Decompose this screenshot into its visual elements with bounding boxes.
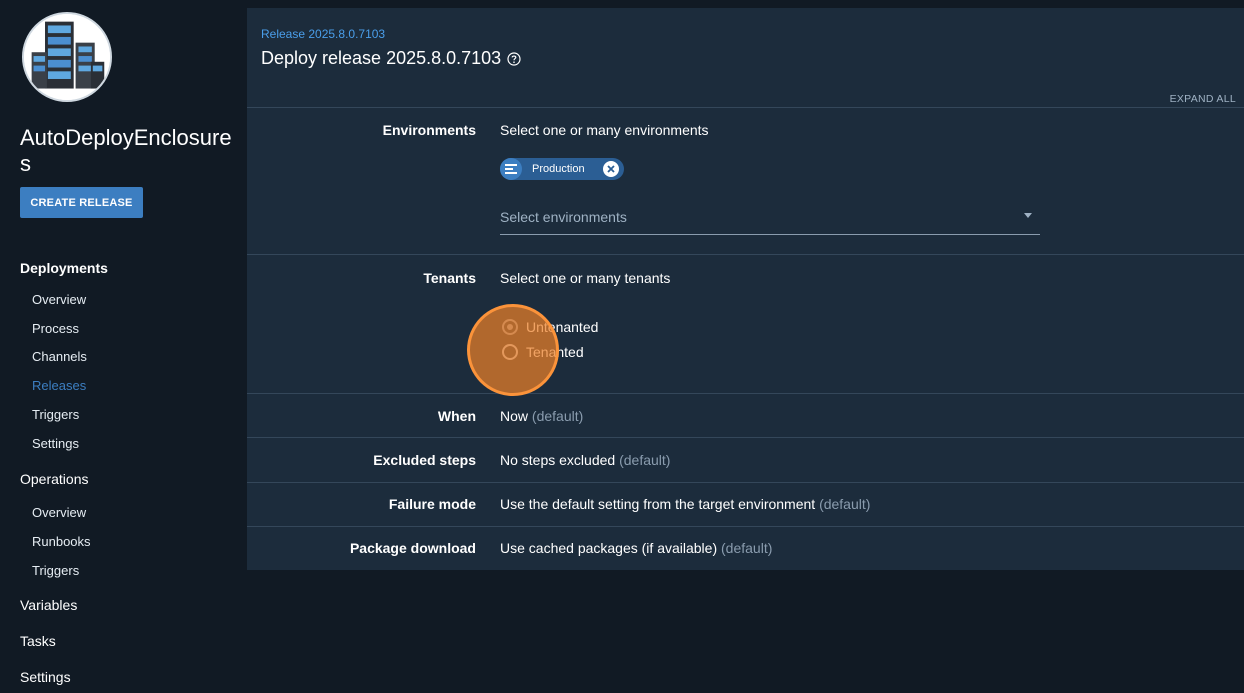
- nav-item-channels[interactable]: Channels: [32, 349, 87, 364]
- nav-item-deployments-settings[interactable]: Settings: [32, 436, 79, 451]
- page-title: Deploy release 2025.8.0.7103: [261, 48, 521, 69]
- page-title-text: Deploy release 2025.8.0.7103: [261, 48, 502, 68]
- project-logo: [22, 12, 112, 102]
- divider: [247, 437, 1244, 438]
- default-tag: (default): [531, 408, 584, 424]
- divider: [247, 526, 1244, 527]
- excluded-steps-label: Excluded steps: [373, 452, 476, 468]
- divider: [247, 482, 1244, 483]
- tenants-label: Tenants: [423, 270, 476, 286]
- default-tag: (default): [819, 496, 871, 512]
- server-rack-logo-icon: [24, 14, 110, 100]
- when-label: When: [437, 408, 476, 424]
- tenants-description: Select one or many tenants: [500, 270, 671, 286]
- failure-mode-value[interactable]: Use the default setting from the target …: [500, 496, 870, 512]
- excluded-steps-value-text: No steps excluded: [500, 452, 616, 468]
- radio-unchecked-icon[interactable]: [502, 344, 518, 360]
- nav-section-variables[interactable]: Variables: [20, 597, 77, 613]
- nav-item-deployments-triggers[interactable]: Triggers: [32, 407, 79, 422]
- divider: [247, 393, 1244, 394]
- default-tag: (default): [619, 452, 671, 468]
- environments-select-placeholder: Select environments: [500, 208, 627, 225]
- divider: [247, 254, 1244, 255]
- create-release-button[interactable]: CREATE RELEASE: [20, 187, 143, 218]
- nav-section-operations[interactable]: Operations: [20, 471, 88, 487]
- environment-icon: [500, 158, 522, 180]
- failure-mode-value-text: Use the default setting from the target …: [500, 496, 816, 512]
- breadcrumb-release-link[interactable]: Release 2025.8.0.7103: [261, 27, 385, 41]
- environments-select[interactable]: Select environments: [500, 199, 1040, 235]
- environment-chip-label: Production: [532, 163, 585, 175]
- default-tag: (default): [721, 540, 773, 556]
- package-download-label: Package download: [349, 540, 476, 556]
- radio-checked-icon[interactable]: [502, 319, 518, 335]
- nav-section-deployments[interactable]: Deployments: [20, 260, 108, 276]
- nav-section-settings[interactable]: Settings: [20, 669, 71, 685]
- failure-mode-label: Failure mode: [388, 496, 476, 512]
- environment-chip-production[interactable]: Production: [500, 158, 624, 180]
- deploy-release-panel: Release 2025.8.0.7103 Deploy release 202…: [247, 8, 1244, 570]
- sidebar: AutoDeployEnclosures CREATE RELEASE Depl…: [0, 0, 240, 693]
- expand-all-button[interactable]: EXPAND ALL: [1170, 93, 1236, 105]
- help-icon[interactable]: [507, 51, 521, 66]
- remove-chip-icon[interactable]: [603, 161, 619, 177]
- radio-untenanted[interactable]: Untenanted: [502, 319, 598, 335]
- package-download-value[interactable]: Use cached packages (if available) (defa…: [500, 540, 772, 556]
- radio-tenanted[interactable]: Tenanted: [502, 344, 584, 360]
- excluded-steps-value[interactable]: No steps excluded (default): [500, 452, 670, 468]
- divider: [247, 107, 1244, 108]
- radio-tenanted-label: Tenanted: [526, 344, 584, 360]
- when-value[interactable]: Now (default): [500, 408, 583, 424]
- nav-item-releases[interactable]: Releases: [32, 378, 86, 393]
- nav-item-operations-triggers[interactable]: Triggers: [32, 563, 79, 578]
- package-download-value-text: Use cached packages (if available): [500, 540, 718, 556]
- nav-section-tasks[interactable]: Tasks: [20, 633, 56, 649]
- when-value-text: Now: [500, 408, 529, 424]
- chevron-down-icon[interactable]: [1024, 213, 1032, 218]
- environments-description: Select one or many environments: [500, 122, 709, 138]
- project-name: AutoDeployEnclosures: [20, 125, 232, 176]
- environments-label: Environments: [382, 122, 476, 138]
- nav-item-process[interactable]: Process: [32, 321, 79, 336]
- radio-untenanted-label: Untenanted: [526, 319, 599, 335]
- nav-item-deployments-overview[interactable]: Overview: [32, 292, 86, 307]
- nav-item-operations-overview[interactable]: Overview: [32, 505, 86, 520]
- nav-item-runbooks[interactable]: Runbooks: [32, 534, 91, 549]
